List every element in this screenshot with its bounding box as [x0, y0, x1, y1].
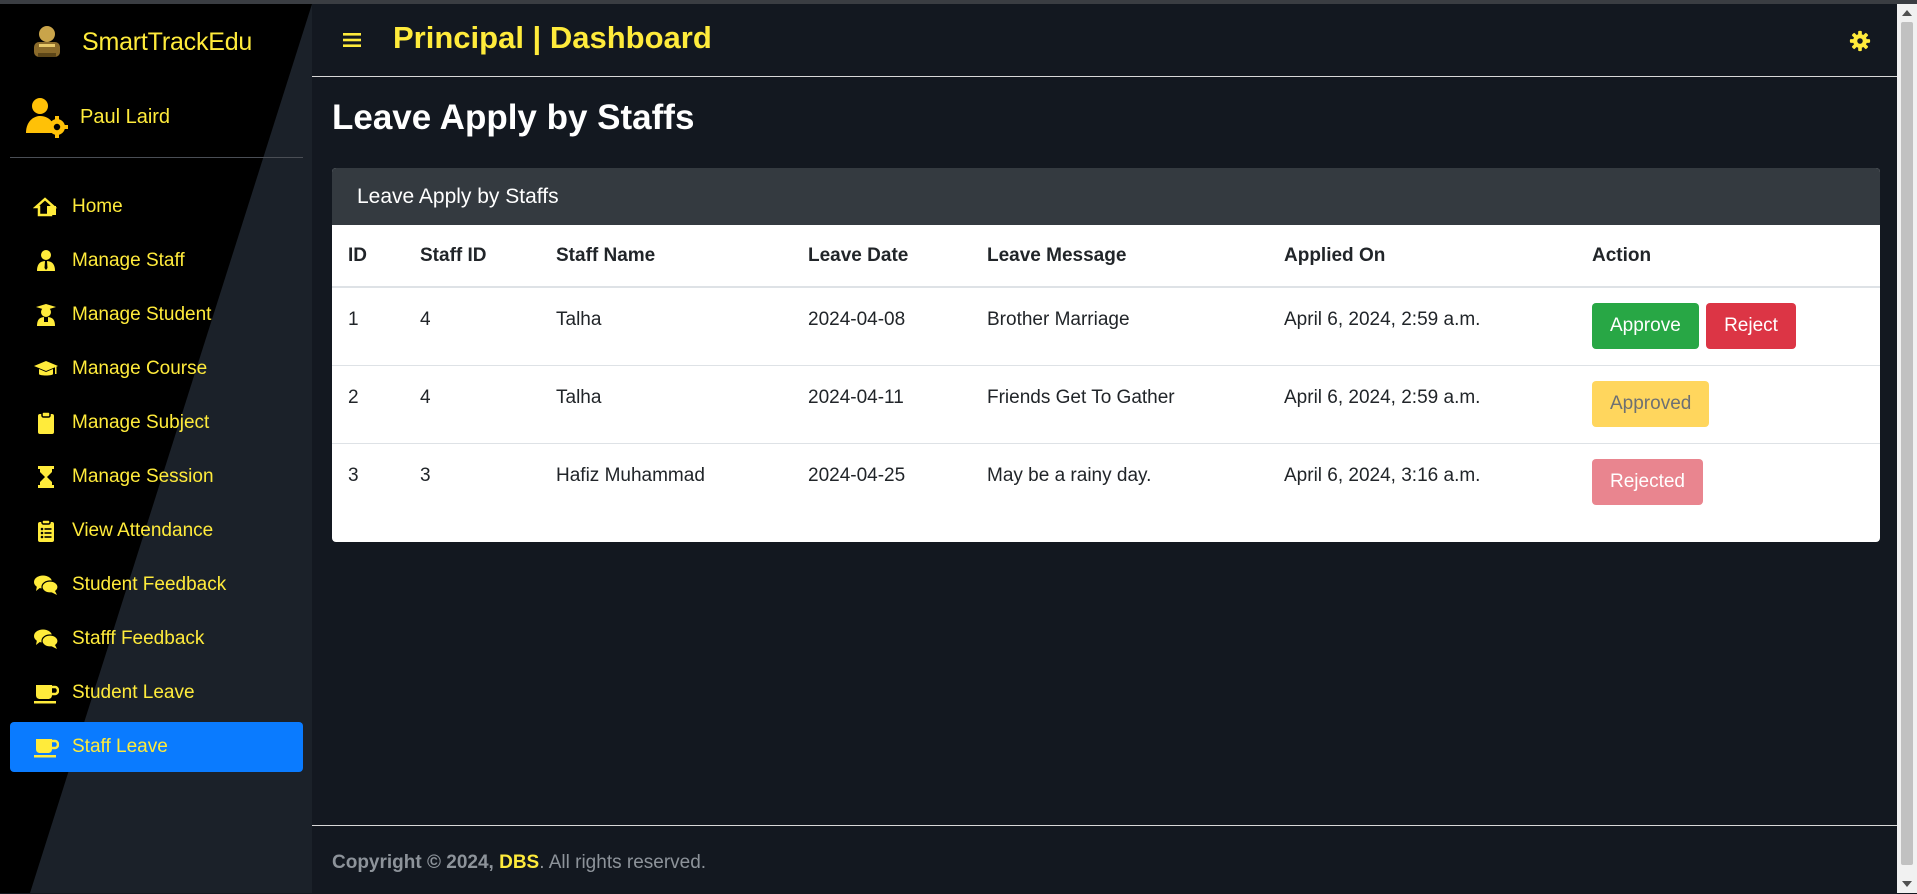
reject-button[interactable]: Reject: [1706, 303, 1796, 349]
sidebar-item-manage-session[interactable]: Manage Session: [10, 452, 303, 502]
sidebar-item-label: Student Leave: [72, 682, 195, 703]
brand[interactable]: SmartTrackEdu: [28, 18, 252, 66]
cell-action: Approved: [1576, 365, 1880, 444]
table-header-row: ID Staff ID Staff Name Leave Date Leave …: [332, 225, 1880, 288]
comments-icon: [33, 572, 59, 598]
cell-applied-on: April 6, 2024, 2:59 a.m.: [1268, 365, 1576, 444]
copyright-text: Copyright © 2024, DBS. All rights reserv…: [332, 852, 706, 874]
leave-card: Leave Apply by Staffs ID Staff ID Staff …: [332, 168, 1880, 542]
user-panel[interactable]: Paul Laird: [24, 94, 170, 140]
mug-icon: [33, 734, 59, 760]
cell-leave-message: May be a rainy day.: [987, 464, 1152, 486]
clipboard-icon: [33, 410, 59, 436]
user-graduate-icon: [33, 302, 59, 328]
leave-table: ID Staff ID Staff Name Leave Date Leave …: [332, 225, 1880, 521]
column-header: Applied On: [1268, 225, 1576, 288]
sidebar-item-label: Manage Staff: [72, 250, 185, 271]
user-tie-icon: [33, 248, 59, 274]
card-header: Leave Apply by Staffs: [332, 168, 1880, 225]
sidebar-item-home[interactable]: Home: [10, 182, 303, 232]
cell-action: Rejected: [1576, 443, 1880, 521]
page-title: Leave Apply by Staffs: [332, 98, 695, 137]
sidebar-item-label: View Attendance: [72, 520, 214, 541]
table-row: 1 4 Talha 2024-04-08 Brother Marriage Ap…: [332, 287, 1880, 366]
scroll-down-arrow-icon[interactable]: [1902, 881, 1912, 887]
hourglass-icon: [33, 464, 59, 490]
sidebar-item-label: Home: [72, 196, 123, 217]
brand-logo-icon: [34, 26, 60, 57]
cell-staff-id: 3: [420, 464, 431, 486]
sidebar-item-label: Manage Session: [72, 466, 214, 487]
user-name: Paul Laird: [80, 105, 171, 128]
hamburger-menu-icon[interactable]: [340, 28, 364, 52]
scrollbar-thumb[interactable]: [1901, 22, 1913, 865]
cell-id: 2: [332, 365, 404, 444]
cell-leave-date: 2024-04-25: [808, 464, 906, 486]
user-cog-icon: [26, 98, 68, 138]
sidebar-item-student-feedback[interactable]: Student Feedback: [10, 560, 303, 610]
sidebar-item-view-attendance[interactable]: View Attendance: [10, 506, 303, 556]
cell-staff-name: Talha: [540, 365, 792, 444]
cell-staff-id: 4: [404, 365, 540, 444]
cell-applied-on: April 6, 2024, 2:59 a.m.: [1268, 287, 1576, 366]
sidebar-item-label: Manage Subject: [72, 412, 210, 433]
approve-button[interactable]: Approve: [1592, 303, 1699, 349]
cell-action: Approve Reject: [1576, 287, 1880, 366]
sidebar-item-student-leave[interactable]: Student Leave: [10, 668, 303, 718]
rejected-status-button: Rejected: [1592, 458, 1703, 505]
sidebar-item-label: Manage Course: [72, 358, 208, 379]
sidebar-item-label: Student Feedback: [72, 574, 227, 595]
sidebar-item-manage-student[interactable]: Manage Student: [10, 290, 303, 340]
footer-brand-link[interactable]: DBS: [499, 852, 539, 873]
top-header: Principal | Dashboard: [312, 4, 1897, 77]
cell-leave-date: 2024-04-08: [792, 287, 971, 366]
header-title: Principal | Dashboard: [393, 20, 712, 55]
cell-leave-message: Brother Marriage: [971, 287, 1268, 366]
column-header: Staff ID: [404, 225, 540, 288]
footer: Copyright © 2024, DBS. All rights reserv…: [312, 825, 1897, 894]
table-row: 3 3 Hafiz Muhammad 2024-04-25 May be a r…: [332, 443, 1880, 521]
page-scrollbar[interactable]: [1897, 4, 1917, 893]
copyright-prefix: Copyright © 2024,: [332, 852, 494, 873]
sidebar-item-staff-leave[interactable]: Staff Leave: [10, 722, 303, 772]
column-header: ID: [332, 225, 404, 288]
comments-icon: [33, 626, 59, 652]
cell-applied-on: April 6, 2024, 3:16 a.m.: [1284, 464, 1481, 486]
sidebar-item-manage-subject[interactable]: Manage Subject: [10, 398, 303, 448]
sidebar-item-label: Staff Leave: [72, 736, 168, 757]
sidebar-item-staff-feedback[interactable]: Stafff Feedback: [10, 614, 303, 664]
cell-staff-name: Hafiz Muhammad: [556, 464, 705, 486]
column-header: Leave Date: [792, 225, 971, 288]
mug-icon: [33, 680, 59, 706]
column-header: Staff Name: [540, 225, 792, 288]
sidebar-nav: Home Manage Staff Manage Student Manage …: [10, 182, 303, 776]
column-header: Leave Message: [971, 225, 1268, 288]
sidebar: SmartTrackEdu Paul Laird Home Manage Sta…: [0, 4, 312, 893]
table-row: 2 4 Talha 2024-04-11 Friends Get To Gath…: [332, 365, 1880, 444]
scroll-up-arrow-icon[interactable]: [1902, 10, 1912, 16]
brand-name: SmartTrackEdu: [82, 27, 253, 56]
cell-id: 1: [332, 287, 404, 366]
sidebar-item-label: Stafff Feedback: [72, 628, 205, 649]
sidebar-item-manage-course[interactable]: Manage Course: [10, 344, 303, 394]
cell-id: 3: [348, 464, 359, 486]
sidebar-divider: [10, 157, 303, 158]
cell-staff-name: Talha: [540, 287, 792, 366]
column-header: Action: [1576, 225, 1880, 288]
sidebar-item-manage-staff[interactable]: Manage Staff: [10, 236, 303, 286]
gear-icon[interactable]: [1849, 30, 1871, 52]
copyright-suffix: . All rights reserved.: [539, 852, 707, 873]
approved-status-button: Approved: [1592, 380, 1710, 427]
clipboard-list-icon: [33, 518, 59, 544]
sidebar-item-label: Manage Student: [72, 304, 212, 325]
cell-leave-date: 2024-04-11: [792, 365, 971, 444]
cell-staff-id: 4: [404, 287, 540, 366]
cell-leave-message: Friends Get To Gather: [971, 365, 1268, 444]
home-icon: [33, 194, 59, 220]
graduation-cap-icon: [33, 356, 59, 382]
